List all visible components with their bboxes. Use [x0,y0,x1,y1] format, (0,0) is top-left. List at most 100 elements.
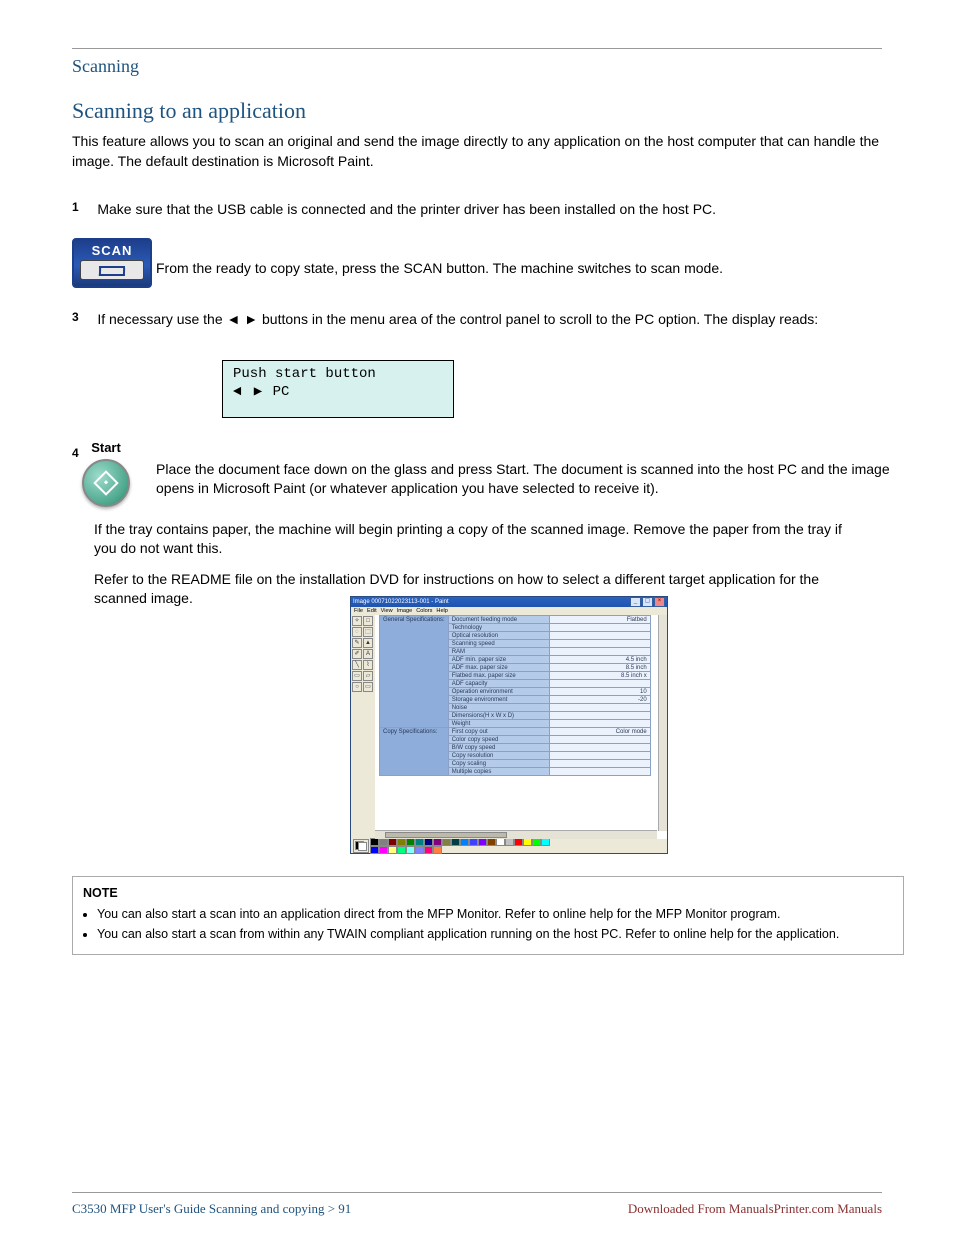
tool-button[interactable]: □ [363,616,373,626]
spec-value [549,760,650,768]
spec-label: RAM [448,648,549,656]
paint-title: Image 00071022023113-001 - Paint [353,599,449,605]
color-swatch[interactable] [442,838,451,846]
scan-button[interactable]: SCAN [72,238,152,288]
color-swatch[interactable] [370,838,379,846]
color-swatch[interactable] [532,838,541,846]
color-swatch[interactable] [379,846,388,854]
color-swatch[interactable] [469,838,478,846]
tool-button[interactable]: ╲ [352,660,362,670]
menu-image[interactable]: Image [397,608,413,614]
spec-value: 8.5 inch [549,664,650,672]
paint-colorbox [351,839,667,853]
color-swatch[interactable] [523,838,532,846]
scrollbar-vertical[interactable] [658,615,667,831]
close-button[interactable]: × [654,597,665,607]
tool-button[interactable]: ▭ [363,682,373,692]
color-swatch[interactable] [478,838,487,846]
tool-button[interactable]: ✧ [352,616,362,626]
color-swatch[interactable] [487,838,496,846]
footer-rule [72,1192,882,1193]
maximize-button[interactable]: ▢ [642,597,653,607]
spec-label: Technology [448,624,549,632]
color-swatch[interactable] [406,838,415,846]
scrollbar-thumb[interactable] [385,832,507,838]
color-swatch[interactable] [397,846,406,854]
tool-button[interactable]: ✐ [352,649,362,659]
tool-button[interactable]: ○ [352,682,362,692]
spec-category-general: General Specifications: [380,616,449,728]
spec-label: Copy scaling [448,760,549,768]
spec-label: Optical resolution [448,632,549,640]
spec-label: Scanning speed [448,640,549,648]
color-swatch[interactable] [514,838,523,846]
tool-button[interactable]: ⌇ [363,660,373,670]
menu-colors[interactable]: Colors [416,608,432,614]
menu-view[interactable]: View [381,608,393,614]
spec-value [549,680,650,688]
spec-value [549,632,650,640]
color-swatch[interactable] [460,838,469,846]
color-swatch[interactable] [451,838,460,846]
start-icon [82,459,130,507]
tool-button[interactable]: ▱ [363,671,373,681]
spec-label: Weight [448,720,549,728]
current-colors[interactable] [353,839,369,853]
color-palette [370,838,550,854]
tool-button[interactable]: ▲ [363,638,373,648]
minimize-button[interactable]: _ [630,597,641,607]
lcd-arrows: ◄ ▶ [233,384,264,400]
lcd-display: Push start button ◄ ▶ PC [222,360,454,418]
scrollbar-horizontal[interactable] [375,830,657,839]
step-4-text: Place the document face down on the glas… [156,460,916,498]
color-swatch[interactable] [415,846,424,854]
note-1: You can also start a scan into an applic… [97,906,893,923]
paint-canvas: General Specifications:Document feeding … [375,615,667,839]
color-swatch[interactable] [496,838,505,846]
spec-label: B/W copy speed [448,744,549,752]
lcd-line-1: Push start button [233,365,443,383]
spec-label: Document feeding mode [448,616,549,624]
tool-button[interactable]: A [363,649,373,659]
color-swatch[interactable] [397,838,406,846]
tool-button[interactable]: ◌ [352,627,362,637]
start-button-label: Start [76,440,136,455]
tool-button[interactable]: ✎ [352,638,362,648]
spec-label: Storage environment [448,696,549,704]
menu-file[interactable]: File [354,608,363,614]
color-swatch[interactable] [433,846,442,854]
spec-label: Multiple copies [448,768,549,776]
spec-label: First copy out [448,728,549,736]
spec-label: Noise [448,704,549,712]
tool-button[interactable]: ⬚ [363,627,373,637]
start-button[interactable]: Start [76,440,136,507]
spec-label: Copy resolution [448,752,549,760]
spec-label: ADF capacity [448,680,549,688]
footer: C3530 MFP User's Guide Scanning and copy… [72,1201,882,1217]
color-swatch[interactable] [424,846,433,854]
color-swatch[interactable] [388,838,397,846]
spec-value [549,744,650,752]
color-swatch[interactable] [505,838,514,846]
footer-right: Downloaded From ManualsPrinter.com Manua… [628,1201,882,1217]
step-3-text: If necessary use the ◄ ► buttons in the … [97,310,857,329]
color-swatch[interactable] [541,838,550,846]
color-swatch[interactable] [415,838,424,846]
footer-left: C3530 MFP User's Guide Scanning and copy… [72,1201,351,1217]
intro-paragraph: This feature allows you to scan an origi… [72,132,882,171]
step-2: 2 From the ready to copy state, press th… [72,245,882,278]
tool-button[interactable]: ▭ [352,671,362,681]
color-swatch[interactable] [433,838,442,846]
color-swatch[interactable] [424,838,433,846]
color-swatch[interactable] [379,838,388,846]
spec-value [549,648,650,656]
color-swatch[interactable] [406,846,415,854]
step-1-text: Make sure that the USB cable is connecte… [97,200,857,219]
step-number: 1 [72,200,94,214]
menu-help[interactable]: Help [436,608,448,614]
menu-edit[interactable]: Edit [367,608,377,614]
note-2: You can also start a scan from within an… [97,926,893,943]
color-swatch[interactable] [370,846,379,854]
spec-value [549,768,650,776]
color-swatch[interactable] [388,846,397,854]
